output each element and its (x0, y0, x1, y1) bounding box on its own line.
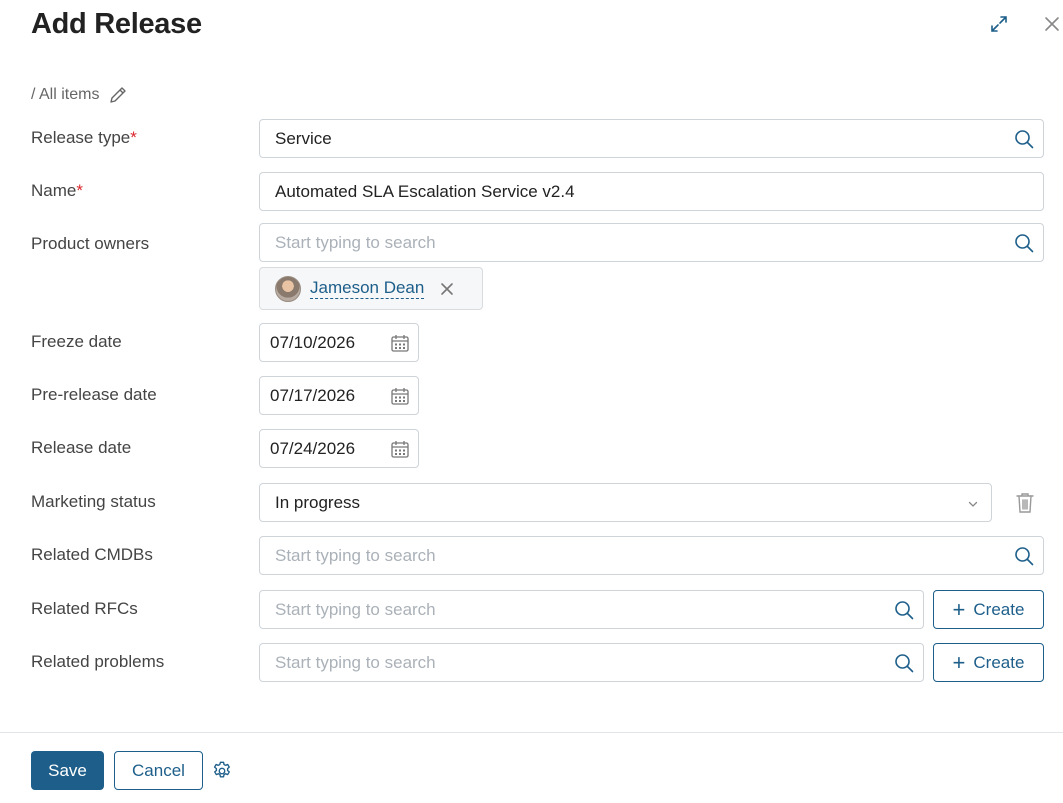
related-rfcs-label: Related RFCs (31, 599, 138, 618)
save-button[interactable]: Save (31, 751, 104, 790)
release-date-input[interactable]: 07/24/2026 (259, 429, 419, 468)
search-icon[interactable] (893, 599, 915, 621)
pre-release-date-label: Pre-release date (31, 385, 157, 404)
create-rfc-button[interactable]: + Create (933, 590, 1044, 629)
related-problems-placeholder: Start typing to search (275, 652, 436, 672)
chevron-down-icon (968, 501, 978, 507)
release-date-label: Release date (31, 438, 132, 457)
name-value: Automated SLA Escalation Service v2.4 (275, 181, 575, 201)
marketing-status-label: Marketing status (31, 492, 156, 511)
search-icon[interactable] (1013, 128, 1035, 150)
breadcrumb-text[interactable]: / All items (31, 86, 99, 104)
release-type-field[interactable]: Service (259, 119, 1044, 158)
create-problem-button[interactable]: + Create (933, 643, 1044, 682)
related-rfcs-search[interactable]: Start typing to search (259, 590, 924, 629)
search-icon[interactable] (1013, 545, 1035, 567)
marketing-status-select[interactable]: In progress (259, 483, 992, 522)
related-problems-search[interactable]: Start typing to search (259, 643, 924, 682)
plus-icon: + (952, 649, 966, 675)
avatar (275, 275, 301, 302)
pencil-icon[interactable] (107, 84, 129, 106)
owner-name-link[interactable]: Jameson Dean (310, 278, 425, 299)
pre-release-date-value: 07/17/2026 (270, 385, 356, 405)
release-type-value: Service (275, 128, 332, 148)
plus-icon: + (952, 596, 966, 622)
remove-owner-icon[interactable] (438, 280, 456, 298)
owner-chip: Jameson Dean (259, 267, 483, 310)
cancel-button[interactable]: Cancel (114, 751, 203, 790)
freeze-date-input[interactable]: 07/10/2026 (259, 323, 419, 362)
search-icon[interactable] (893, 652, 915, 674)
release-date-value: 07/24/2026 (270, 438, 356, 458)
product-owners-placeholder: Start typing to search (275, 232, 436, 252)
gear-icon[interactable] (211, 760, 233, 782)
footer-divider (0, 732, 1063, 733)
related-cmdbs-placeholder: Start typing to search (275, 545, 436, 565)
marketing-status-value: In progress (275, 492, 361, 512)
related-cmdbs-label: Related CMDBs (31, 545, 153, 564)
product-owners-label: Product owners (31, 234, 150, 253)
search-icon[interactable] (1013, 232, 1035, 254)
product-owners-search[interactable]: Start typing to search (259, 223, 1044, 262)
name-field[interactable]: Automated SLA Escalation Service v2.4 (259, 172, 1044, 211)
pre-release-date-input[interactable]: 07/17/2026 (259, 376, 419, 415)
related-rfcs-placeholder: Start typing to search (275, 599, 436, 619)
freeze-date-value: 07/10/2026 (270, 332, 356, 352)
calendar-icon[interactable] (390, 386, 410, 406)
page-title: Add Release (31, 8, 202, 40)
trash-icon[interactable] (1014, 491, 1036, 515)
freeze-date-label: Freeze date (31, 332, 122, 351)
expand-icon[interactable] (987, 12, 1011, 36)
close-icon[interactable] (1040, 12, 1063, 36)
related-cmdbs-search[interactable]: Start typing to search (259, 536, 1044, 575)
release-type-label: Release type* (31, 128, 137, 147)
calendar-icon[interactable] (390, 333, 410, 353)
name-label: Name* (31, 181, 83, 200)
breadcrumb: / All items (31, 84, 129, 106)
calendar-icon[interactable] (390, 439, 410, 459)
related-problems-label: Related problems (31, 652, 165, 671)
